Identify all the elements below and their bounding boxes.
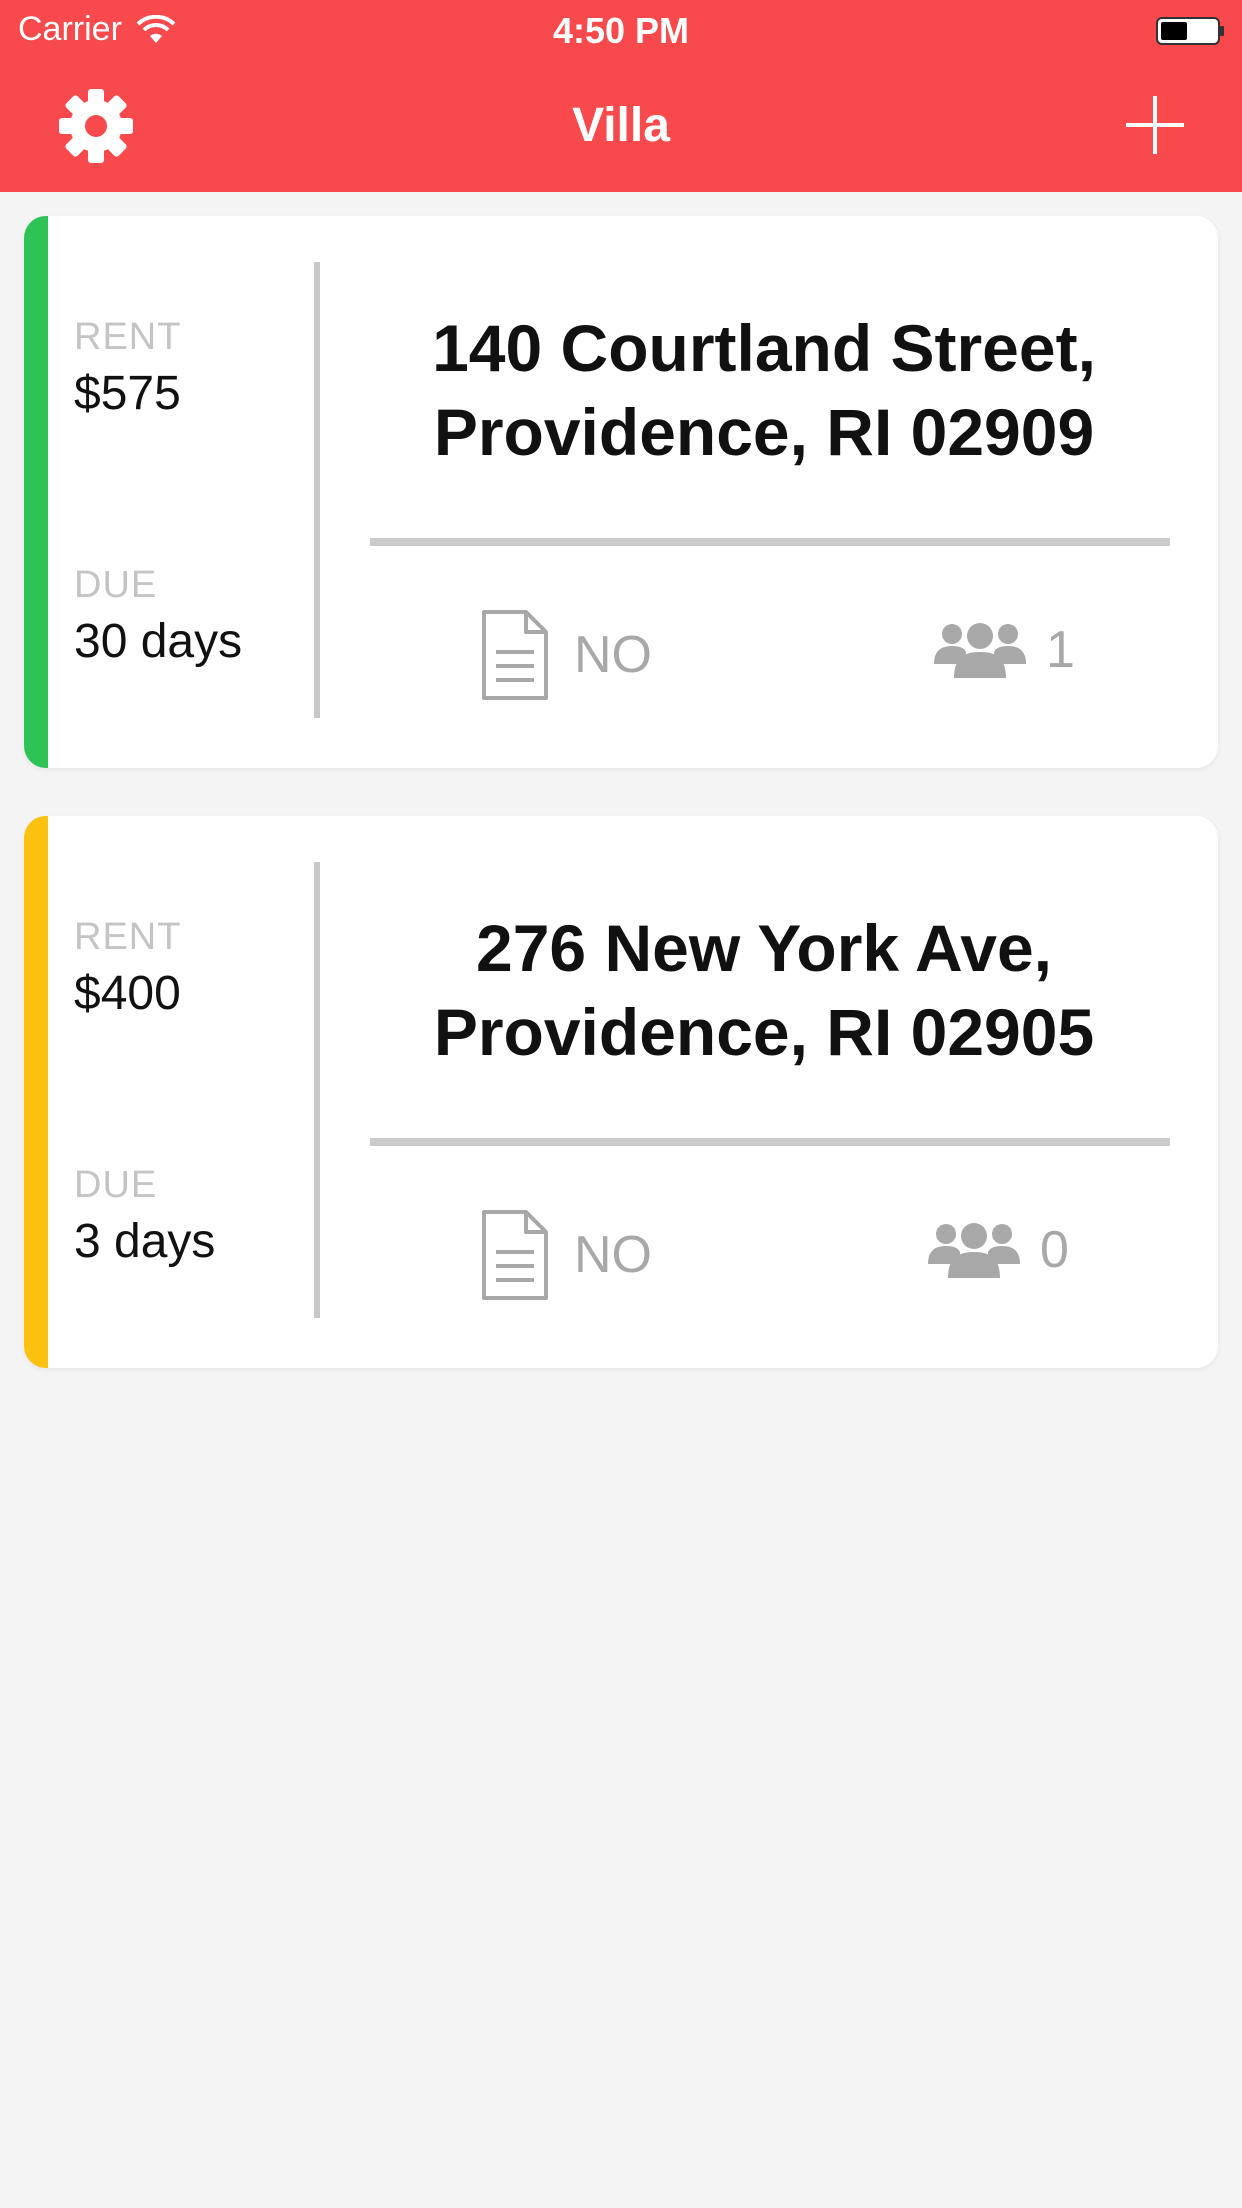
property-card[interactable]: RENT $575 DUE 30 days 140 Courtland Stre…: [24, 216, 1218, 768]
status-bar: Carrier 4:50 PM: [0, 0, 1242, 60]
lease-status[interactable]: NO: [480, 1208, 652, 1302]
rent-label: RENT: [74, 916, 182, 958]
due-label: DUE: [74, 1164, 158, 1206]
tenant-count[interactable]: 0: [928, 1220, 1069, 1280]
tenant-count-value: 1: [1046, 621, 1075, 679]
document-icon: [482, 610, 548, 700]
address-line-1: 140 Courtland Street,: [432, 311, 1096, 385]
property-card[interactable]: RENT $400 DUE 3 days 276 New York Ave, P…: [24, 816, 1218, 1368]
due-value: 30 days: [74, 615, 243, 668]
tenant-count[interactable]: 1: [934, 620, 1075, 680]
tenant-count-value: 0: [1040, 1221, 1069, 1279]
vertical-divider: [314, 862, 320, 1318]
lease-status-value: NO: [574, 626, 652, 684]
rent-label: RENT: [74, 316, 182, 358]
battery-icon: [1156, 17, 1224, 45]
status-accent-bar: [24, 216, 48, 768]
address-line-1: 276 New York Ave,: [476, 911, 1052, 985]
status-time: 4:50 PM: [552, 10, 690, 51]
address-line-2: Providence, RI 02905: [433, 995, 1095, 1069]
address-line-2: Providence, RI 02909: [433, 395, 1095, 469]
due-value: 3 days: [74, 1215, 216, 1268]
lease-status[interactable]: NO: [480, 608, 652, 702]
plus-icon[interactable]: [1122, 92, 1188, 158]
people-icon: [928, 1223, 1020, 1278]
rent-value: $400: [74, 967, 181, 1020]
status-accent-bar: [24, 816, 48, 1368]
people-icon: [934, 623, 1026, 678]
property-address: 276 New York Ave, Providence, RI 02905: [354, 906, 1174, 1074]
document-icon: [482, 1210, 548, 1300]
property-address: 140 Courtland Street, Providence, RI 029…: [354, 306, 1174, 474]
nav-bar: Carrier 4:50 PM Villa: [0, 0, 1242, 192]
lease-status-value: NO: [574, 1226, 652, 1284]
horizontal-divider: [370, 1138, 1170, 1146]
rent-value: $575: [74, 367, 181, 420]
vertical-divider: [314, 262, 320, 718]
due-label: DUE: [74, 564, 158, 606]
page-title: Villa: [572, 99, 670, 152]
horizontal-divider: [370, 538, 1170, 546]
